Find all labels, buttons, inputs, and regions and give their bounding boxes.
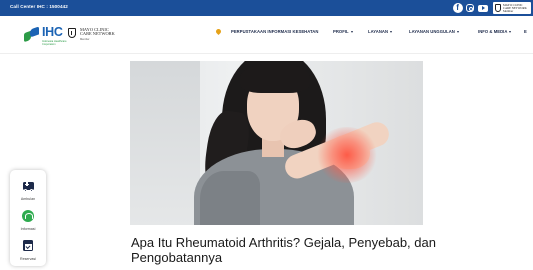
main-header: IHC Indonesia Healthcare Corporation MAYO…	[0, 16, 533, 54]
nav-layanan[interactable]: LAYANAN	[368, 29, 393, 34]
calendar-icon	[23, 240, 33, 251]
youtube-icon[interactable]	[478, 4, 488, 12]
information-button[interactable]: Informasi	[10, 206, 46, 234]
ambulance-button[interactable]: Ambulan	[10, 176, 46, 204]
quick-access-widget: Ambulan Informasi Reservasi	[10, 170, 46, 266]
mayo-shield-icon	[68, 28, 76, 38]
mayo-badge-text: MAYO CLINIC CARE NETWORK Member	[503, 3, 527, 14]
article-title: Apa Itu Rheumatoid Arthritis? Gejala, Pe…	[131, 235, 436, 265]
mayo-clinic-badge[interactable]: MAYO CLINIC CARE NETWORK Member	[493, 2, 531, 14]
instagram-icon[interactable]	[466, 4, 474, 12]
call-center-text: Call Center IHC : 1500442	[10, 4, 68, 9]
nav-layanan-unggulan[interactable]: LAYANAN UNGGULAN	[409, 29, 459, 34]
top-bar: Call Center IHC : 1500442 MAYO CLINICCAR…	[0, 0, 533, 16]
headset-icon	[22, 210, 34, 222]
chevron-down-icon	[509, 30, 512, 33]
ihc-logo-icon[interactable]	[24, 26, 40, 43]
chevron-down-icon	[456, 30, 459, 33]
reservation-button[interactable]: Reservasi	[10, 236, 46, 264]
chevron-down-icon	[390, 30, 393, 33]
mayo-shield-icon	[495, 4, 501, 12]
mayo-logo-text: MAYO CLINIC CARE NETWORK	[80, 27, 115, 37]
mayo-member-text: Member	[80, 38, 90, 41]
nav-info-media[interactable]: INFO & MEDIA	[478, 29, 512, 34]
information-label: Informasi	[20, 227, 36, 231]
ambulance-label: Ambulan	[20, 197, 36, 201]
ihc-logo-text[interactable]: IHC	[42, 25, 63, 39]
article-hero-image	[130, 61, 423, 225]
facebook-icon[interactable]	[453, 3, 463, 13]
chevron-down-icon	[350, 30, 353, 33]
nav-perpustakaan[interactable]: PERPUSTAKAAN INFORMASI KESEHATAN	[231, 29, 318, 34]
reservation-label: Reservasi	[20, 257, 36, 261]
nav-profil[interactable]: PROFIL	[333, 29, 353, 34]
ihc-logo-tagline: Indonesia Healthcare Corporation	[42, 40, 67, 46]
nav-more[interactable]: E	[524, 29, 527, 34]
